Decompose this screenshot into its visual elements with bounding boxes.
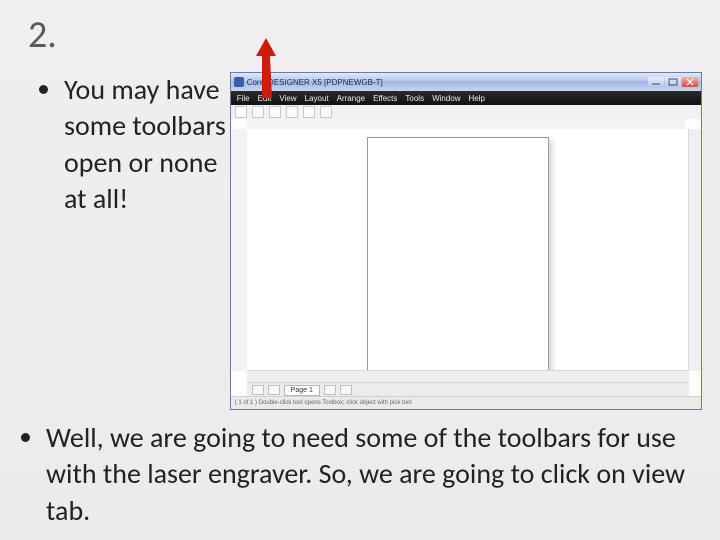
menu-file[interactable]: File <box>237 94 250 103</box>
window-buttons <box>648 77 698 87</box>
bullet-2: Well, we are going to need some of the t… <box>46 420 702 529</box>
menu-arrange[interactable]: Arrange <box>337 94 365 103</box>
maximize-button[interactable] <box>665 77 681 87</box>
close-button[interactable] <box>682 77 698 87</box>
slide: 2. You may have some toolbars open or no… <box>0 0 720 540</box>
page-next-button[interactable] <box>324 385 336 395</box>
app-screenshot: Corel DESIGNER X5 [PDPNEWGB-T] File <box>230 72 702 410</box>
page-navigator: Page 1 <box>247 382 689 397</box>
toolbar-button[interactable] <box>320 106 332 118</box>
app-icon <box>234 77 244 87</box>
step-number: 2. <box>28 12 702 58</box>
page-last-button[interactable] <box>340 385 352 395</box>
content-row: You may have some toolbars open or none … <box>28 72 702 410</box>
canvas[interactable] <box>247 129 689 371</box>
menu-view[interactable]: View <box>279 94 296 103</box>
toolbar-button[interactable] <box>286 106 298 118</box>
menu-effects[interactable]: Effects <box>373 94 397 103</box>
page-prev-button[interactable] <box>268 385 280 395</box>
bullet-1: You may have some toolbars open or none … <box>64 72 230 218</box>
workspace: Page 1 ( 1 of 1 ) Double-click tool open… <box>231 119 701 409</box>
menu-window[interactable]: Window <box>432 94 460 103</box>
page-tab[interactable]: Page 1 <box>284 385 320 396</box>
toolbar-button[interactable] <box>303 106 315 118</box>
toolbar-button[interactable] <box>269 106 281 118</box>
titlebar-left: Corel DESIGNER X5 [PDPNEWGB-T] <box>234 77 383 87</box>
scrollbar-vertical[interactable] <box>688 129 701 371</box>
bullet-list-1: You may have some toolbars open or none … <box>28 72 230 218</box>
window-title: Corel DESIGNER X5 [PDPNEWGB-T] <box>247 78 383 87</box>
property-bar <box>231 105 701 120</box>
window-titlebar: Corel DESIGNER X5 [PDPNEWGB-T] <box>231 73 701 91</box>
ruler-vertical <box>231 129 248 371</box>
menu-tools[interactable]: Tools <box>405 94 424 103</box>
bullet-list-2: Well, we are going to need some of the t… <box>28 420 702 529</box>
menu-layout[interactable]: Layout <box>305 94 329 103</box>
drawing-page[interactable] <box>367 137 549 377</box>
minimize-button[interactable] <box>648 77 664 87</box>
menu-help[interactable]: Help <box>469 94 485 103</box>
status-bar: ( 1 of 1 ) Double-click tool opens Toolb… <box>231 396 701 409</box>
menubar: File Edit View Layout Arrange Effects To… <box>231 91 701 105</box>
page-first-button[interactable] <box>252 385 264 395</box>
toolbar-button[interactable] <box>235 106 247 118</box>
bullet-block-left: You may have some toolbars open or none … <box>28 72 230 218</box>
toolbar-button[interactable] <box>252 106 264 118</box>
menu-edit[interactable]: Edit <box>258 94 272 103</box>
